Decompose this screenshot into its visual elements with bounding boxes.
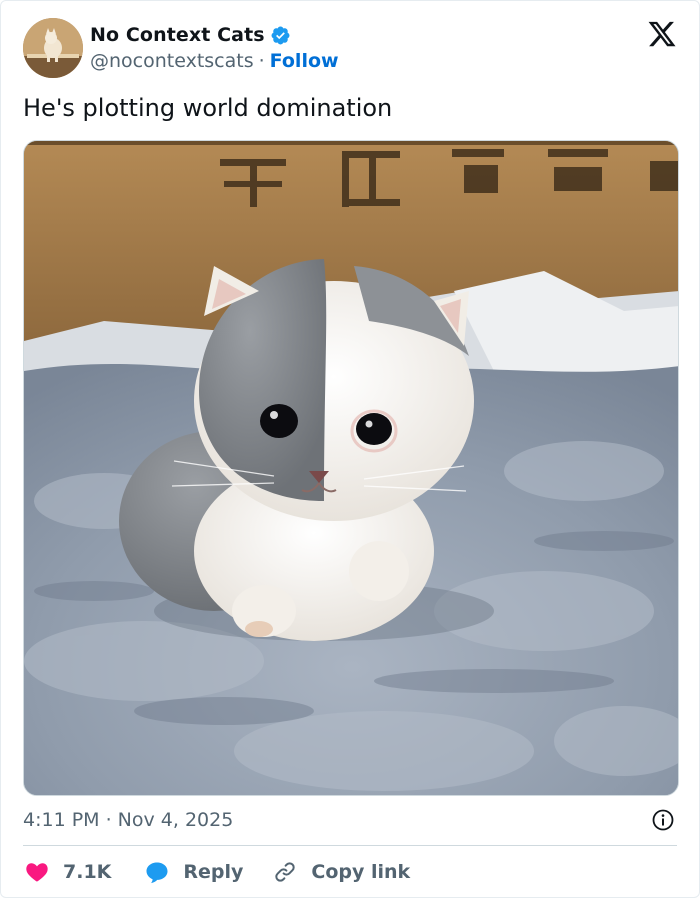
heart-icon: [26, 863, 48, 882]
like-button[interactable]: 7.1K: [25, 860, 111, 884]
separator-dot: ·: [258, 50, 265, 72]
tweet-actions: 7.1K Reply Copy link: [25, 856, 410, 888]
tweet-text: He's plotting world domination: [23, 94, 393, 122]
kitten-photo-illustration: [24, 141, 678, 795]
avatar-cat-image: [23, 18, 83, 78]
display-name[interactable]: No Context Cats: [90, 24, 265, 46]
handle-row: @nocontextscats · Follow: [90, 48, 339, 74]
author-name-row: No Context Cats: [90, 21, 291, 49]
like-count: 7.1K: [63, 861, 112, 883]
x-logo-icon[interactable]: [647, 19, 677, 49]
avatar[interactable]: [23, 18, 83, 78]
divider: [23, 845, 677, 846]
reply-bubble-icon: [146, 862, 168, 884]
link-icon: [275, 862, 296, 882]
handle[interactable]: @nocontextscats: [90, 50, 254, 72]
reply-label: Reply: [183, 861, 244, 883]
reply-button[interactable]: Reply: [145, 860, 243, 884]
follow-button[interactable]: Follow: [270, 50, 339, 72]
tweet-card: No Context Cats @nocontextscats · Follow…: [0, 0, 700, 898]
info-icon[interactable]: [651, 808, 675, 832]
copy-link-button[interactable]: Copy link: [273, 860, 410, 884]
tweet-photo[interactable]: [23, 140, 679, 796]
timestamp-text[interactable]: 4:11 PM · Nov 4, 2025: [23, 809, 233, 831]
verified-badge-icon: [270, 25, 291, 46]
tweet-timestamp[interactable]: 4:11 PM · Nov 4, 2025: [23, 806, 233, 834]
copy-link-label: Copy link: [311, 861, 411, 883]
